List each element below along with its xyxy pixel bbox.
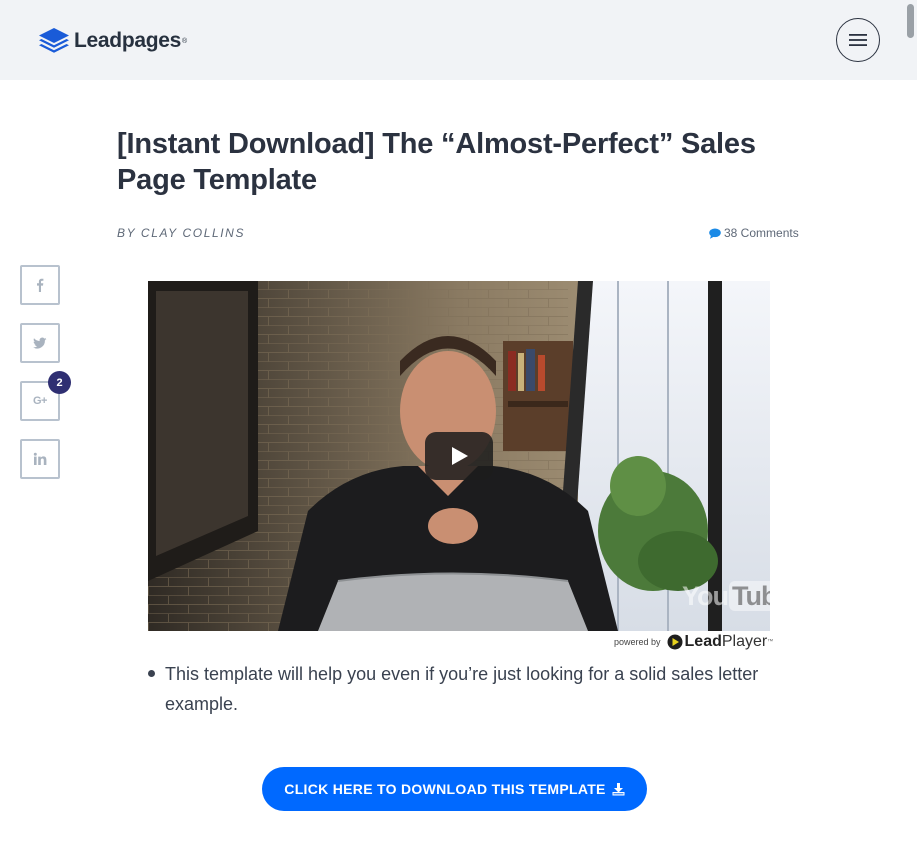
play-button[interactable] xyxy=(425,432,493,480)
google-plus-share-count: 2 xyxy=(48,371,71,394)
youtube-watermark-tube: Tube xyxy=(729,581,770,611)
scrollbar-thumb[interactable] xyxy=(907,4,914,38)
article-title: [Instant Download] The “Almost-Perfect” … xyxy=(117,128,756,196)
comments-count: 38 Comments xyxy=(724,226,799,240)
google-plus-icon: G+ xyxy=(33,395,47,407)
video-player[interactable]: YouTube xyxy=(148,281,770,631)
leadplayer-logo-icon xyxy=(667,634,683,650)
article-bullet-list: This template will help you even if you’… xyxy=(147,659,807,719)
list-item: This template will help you even if you’… xyxy=(147,659,807,719)
share-twitter-button[interactable] xyxy=(20,323,60,363)
leadpages-logo[interactable]: Leadpages ® xyxy=(38,27,187,55)
leadplayer-trademark: ™ xyxy=(767,639,774,645)
facebook-icon xyxy=(37,278,44,292)
leadplayer-brand-bold: Lead xyxy=(684,633,722,650)
share-linkedin-button[interactable] xyxy=(20,439,60,479)
leadplayer-brand-light: Player xyxy=(721,633,768,650)
download-icon xyxy=(612,782,625,795)
comments-link[interactable]: 38 Comments xyxy=(709,226,799,240)
leadpages-logo-icon xyxy=(39,28,69,53)
linkedin-icon xyxy=(33,452,47,465)
powered-by-text: powered by xyxy=(614,637,661,647)
leadplayer-attribution[interactable]: powered by Lead Player ™ xyxy=(614,633,773,651)
download-template-label: CLICK HERE TO DOWNLOAD THIS TEMPLATE xyxy=(284,781,606,797)
play-icon xyxy=(452,447,468,465)
hamburger-menu-icon xyxy=(849,34,867,46)
logo-trademark: ® xyxy=(182,37,188,45)
logo-text: Leadpages xyxy=(74,29,182,52)
youtube-watermark-you: You xyxy=(682,581,729,611)
article-byline: BY CLAY COLLINS xyxy=(117,226,246,240)
share-facebook-button[interactable] xyxy=(20,265,60,305)
download-template-button[interactable]: CLICK HERE TO DOWNLOAD THIS TEMPLATE xyxy=(262,767,647,811)
hamburger-menu-button[interactable] xyxy=(836,18,880,62)
twitter-icon xyxy=(33,337,47,349)
youtube-watermark[interactable]: YouTube xyxy=(682,581,770,612)
comments-icon xyxy=(709,228,721,239)
top-bar: Leadpages ® xyxy=(0,0,917,80)
